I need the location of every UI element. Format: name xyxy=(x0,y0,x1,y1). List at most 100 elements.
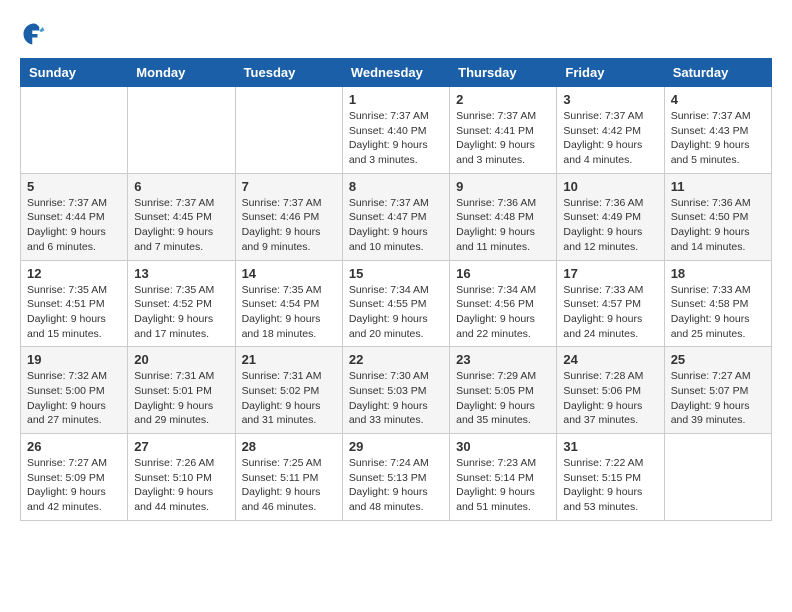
day-cell xyxy=(664,434,771,521)
day-cell: 2 Sunrise: 7:37 AM Sunset: 4:41 PM Daylig… xyxy=(450,87,557,174)
day-number: 7 xyxy=(242,179,336,194)
day-number: 29 xyxy=(349,439,443,454)
day-info: Sunrise: 7:31 AM Sunset: 5:01 PM Dayligh… xyxy=(134,369,228,428)
logo-icon xyxy=(20,20,48,48)
day-info: Sunrise: 7:37 AM Sunset: 4:47 PM Dayligh… xyxy=(349,196,443,255)
day-info: Sunrise: 7:23 AM Sunset: 5:14 PM Dayligh… xyxy=(456,456,550,515)
day-info: Sunrise: 7:36 AM Sunset: 4:48 PM Dayligh… xyxy=(456,196,550,255)
day-number: 22 xyxy=(349,352,443,367)
day-cell: 13 Sunrise: 7:35 AM Sunset: 4:52 PM Dayli… xyxy=(128,260,235,347)
day-cell: 1 Sunrise: 7:37 AM Sunset: 4:40 PM Daylig… xyxy=(342,87,449,174)
day-number: 8 xyxy=(349,179,443,194)
day-info: Sunrise: 7:22 AM Sunset: 5:15 PM Dayligh… xyxy=(563,456,657,515)
day-header-tuesday: Tuesday xyxy=(235,59,342,87)
day-cell: 21Sunrise: 7:31 AM Sunset: 5:02 PM Dayli… xyxy=(235,347,342,434)
day-cell xyxy=(128,87,235,174)
day-number: 16 xyxy=(456,266,550,281)
day-info: Sunrise: 7:35 AM Sunset: 4:52 PM Dayligh… xyxy=(134,283,228,342)
day-cell: 19Sunrise: 7:32 AM Sunset: 5:00 PM Dayli… xyxy=(21,347,128,434)
day-header-wednesday: Wednesday xyxy=(342,59,449,87)
day-cell: 6 Sunrise: 7:37 AM Sunset: 4:45 PM Daylig… xyxy=(128,173,235,260)
day-cell: 5 Sunrise: 7:37 AM Sunset: 4:44 PM Daylig… xyxy=(21,173,128,260)
day-cell: 31 Sunrise: 7:22 AM Sunset: 5:15 PM Dayli… xyxy=(557,434,664,521)
day-header-saturday: Saturday xyxy=(664,59,771,87)
day-number: 9 xyxy=(456,179,550,194)
day-info: Sunrise: 7:37 AM Sunset: 4:42 PM Dayligh… xyxy=(563,109,657,168)
day-header-thursday: Thursday xyxy=(450,59,557,87)
day-header-friday: Friday xyxy=(557,59,664,87)
day-info: Sunrise: 7:34 AM Sunset: 4:56 PM Dayligh… xyxy=(456,283,550,342)
day-cell: 22Sunrise: 7:30 AM Sunset: 5:03 PM Dayli… xyxy=(342,347,449,434)
day-info: Sunrise: 7:36 AM Sunset: 4:49 PM Dayligh… xyxy=(563,196,657,255)
day-cell: 3 Sunrise: 7:37 AM Sunset: 4:42 PM Daylig… xyxy=(557,87,664,174)
day-number: 17 xyxy=(563,266,657,281)
day-cell: 28 Sunrise: 7:25 AM Sunset: 5:11 PM Dayli… xyxy=(235,434,342,521)
week-row-1: 5 Sunrise: 7:37 AM Sunset: 4:44 PM Daylig… xyxy=(21,173,772,260)
week-row-2: 12Sunrise: 7:35 AM Sunset: 4:51 PM Dayli… xyxy=(21,260,772,347)
day-cell: 9 Sunrise: 7:36 AM Sunset: 4:48 PM Daylig… xyxy=(450,173,557,260)
day-info: Sunrise: 7:34 AM Sunset: 4:55 PM Dayligh… xyxy=(349,283,443,342)
day-number: 3 xyxy=(563,92,657,107)
day-cell: 26 Sunrise: 7:27 AM Sunset: 5:09 PM Dayli… xyxy=(21,434,128,521)
day-number: 30 xyxy=(456,439,550,454)
day-cell: 11 Sunrise: 7:36 AM Sunset: 4:50 PM Dayli… xyxy=(664,173,771,260)
day-cell: 25 Sunrise: 7:27 AM Sunset: 5:07 PM Dayli… xyxy=(664,347,771,434)
day-cell: 15 Sunrise: 7:34 AM Sunset: 4:55 PM Dayli… xyxy=(342,260,449,347)
day-cell: 16 Sunrise: 7:34 AM Sunset: 4:56 PM Dayli… xyxy=(450,260,557,347)
day-info: Sunrise: 7:24 AM Sunset: 5:13 PM Dayligh… xyxy=(349,456,443,515)
day-cell: 12Sunrise: 7:35 AM Sunset: 4:51 PM Dayli… xyxy=(21,260,128,347)
day-info: Sunrise: 7:36 AM Sunset: 4:50 PM Dayligh… xyxy=(671,196,765,255)
day-number: 11 xyxy=(671,179,765,194)
day-info: Sunrise: 7:37 AM Sunset: 4:46 PM Dayligh… xyxy=(242,196,336,255)
day-number: 28 xyxy=(242,439,336,454)
calendar: SundayMondayTuesdayWednesdayThursdayFrid… xyxy=(20,58,772,521)
day-cell xyxy=(235,87,342,174)
day-number: 2 xyxy=(456,92,550,107)
day-number: 25 xyxy=(671,352,765,367)
day-info: Sunrise: 7:29 AM Sunset: 5:05 PM Dayligh… xyxy=(456,369,550,428)
day-info: Sunrise: 7:37 AM Sunset: 4:41 PM Dayligh… xyxy=(456,109,550,168)
day-cell: 7 Sunrise: 7:37 AM Sunset: 4:46 PM Daylig… xyxy=(235,173,342,260)
day-info: Sunrise: 7:31 AM Sunset: 5:02 PM Dayligh… xyxy=(242,369,336,428)
day-info: Sunrise: 7:33 AM Sunset: 4:58 PM Dayligh… xyxy=(671,283,765,342)
day-info: Sunrise: 7:27 AM Sunset: 5:07 PM Dayligh… xyxy=(671,369,765,428)
week-row-4: 26 Sunrise: 7:27 AM Sunset: 5:09 PM Dayli… xyxy=(21,434,772,521)
week-row-0: 1 Sunrise: 7:37 AM Sunset: 4:40 PM Daylig… xyxy=(21,87,772,174)
day-number: 15 xyxy=(349,266,443,281)
day-info: Sunrise: 7:37 AM Sunset: 4:45 PM Dayligh… xyxy=(134,196,228,255)
day-cell: 10 Sunrise: 7:36 AM Sunset: 4:49 PM Dayli… xyxy=(557,173,664,260)
header xyxy=(20,20,772,48)
day-info: Sunrise: 7:32 AM Sunset: 5:00 PM Dayligh… xyxy=(27,369,121,428)
day-number: 4 xyxy=(671,92,765,107)
header-row: SundayMondayTuesdayWednesdayThursdayFrid… xyxy=(21,59,772,87)
week-row-3: 19Sunrise: 7:32 AM Sunset: 5:00 PM Dayli… xyxy=(21,347,772,434)
day-cell: 24 Sunrise: 7:28 AM Sunset: 5:06 PM Dayli… xyxy=(557,347,664,434)
day-info: Sunrise: 7:25 AM Sunset: 5:11 PM Dayligh… xyxy=(242,456,336,515)
day-number: 5 xyxy=(27,179,121,194)
day-number: 6 xyxy=(134,179,228,194)
calendar-body: 1 Sunrise: 7:37 AM Sunset: 4:40 PM Daylig… xyxy=(21,87,772,521)
day-number: 18 xyxy=(671,266,765,281)
day-number: 10 xyxy=(563,179,657,194)
day-cell: 27Sunrise: 7:26 AM Sunset: 5:10 PM Dayli… xyxy=(128,434,235,521)
day-info: Sunrise: 7:37 AM Sunset: 4:43 PM Dayligh… xyxy=(671,109,765,168)
day-info: Sunrise: 7:35 AM Sunset: 4:54 PM Dayligh… xyxy=(242,283,336,342)
day-cell: 20 Sunrise: 7:31 AM Sunset: 5:01 PM Dayli… xyxy=(128,347,235,434)
day-info: Sunrise: 7:35 AM Sunset: 4:51 PM Dayligh… xyxy=(27,283,121,342)
day-number: 24 xyxy=(563,352,657,367)
day-cell: 30 Sunrise: 7:23 AM Sunset: 5:14 PM Dayli… xyxy=(450,434,557,521)
day-cell: 4 Sunrise: 7:37 AM Sunset: 4:43 PM Daylig… xyxy=(664,87,771,174)
day-info: Sunrise: 7:37 AM Sunset: 4:44 PM Dayligh… xyxy=(27,196,121,255)
day-number: 1 xyxy=(349,92,443,107)
day-number: 23 xyxy=(456,352,550,367)
day-cell: 29 Sunrise: 7:24 AM Sunset: 5:13 PM Dayli… xyxy=(342,434,449,521)
day-number: 13 xyxy=(134,266,228,281)
day-info: Sunrise: 7:27 AM Sunset: 5:09 PM Dayligh… xyxy=(27,456,121,515)
day-number: 26 xyxy=(27,439,121,454)
day-info: Sunrise: 7:28 AM Sunset: 5:06 PM Dayligh… xyxy=(563,369,657,428)
calendar-header: SundayMondayTuesdayWednesdayThursdayFrid… xyxy=(21,59,772,87)
day-cell: 8 Sunrise: 7:37 AM Sunset: 4:47 PM Daylig… xyxy=(342,173,449,260)
day-number: 20 xyxy=(134,352,228,367)
day-number: 31 xyxy=(563,439,657,454)
day-info: Sunrise: 7:37 AM Sunset: 4:40 PM Dayligh… xyxy=(349,109,443,168)
